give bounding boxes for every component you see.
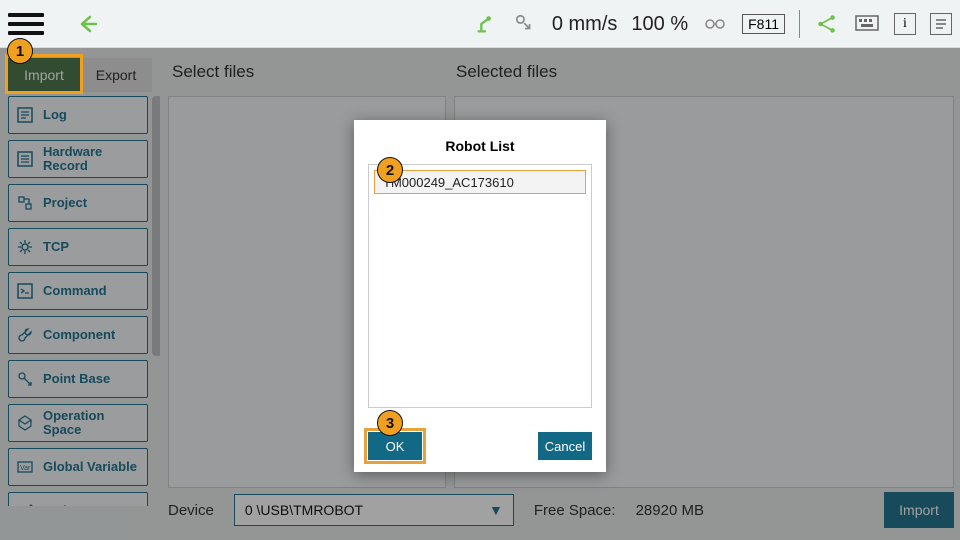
speed-icon — [512, 11, 538, 37]
document-icon[interactable] — [930, 13, 952, 35]
override-value: 100 % — [631, 13, 688, 36]
robot-list-item[interactable]: TM000249_AC173610 — [374, 170, 586, 194]
info-icon[interactable]: i — [894, 13, 916, 35]
network-icon[interactable] — [814, 11, 840, 37]
topbar: 0 mm/s 100 % F811 i — [0, 0, 960, 48]
callout-2: 2 — [377, 157, 403, 183]
robot-arm-icon — [472, 11, 498, 37]
robot-list-box: TM000249_AC173610 — [368, 164, 592, 408]
callout-3: 3 — [377, 410, 403, 436]
keyboard-icon[interactable] — [854, 11, 880, 37]
cancel-button[interactable]: Cancel — [538, 432, 592, 460]
ok-button[interactable]: OK — [368, 432, 422, 460]
status-bar: 0 mm/s 100 % F811 i — [472, 0, 952, 48]
error-code[interactable]: F811 — [742, 14, 785, 34]
divider — [799, 10, 800, 38]
back-button[interactable] — [74, 10, 102, 38]
callout-1: 1 — [7, 38, 33, 64]
menu-icon[interactable] — [8, 6, 44, 42]
modal-button-row: OK Cancel — [368, 432, 592, 460]
glasses-icon — [702, 11, 728, 37]
speed-value: 0 mm/s — [552, 13, 618, 36]
